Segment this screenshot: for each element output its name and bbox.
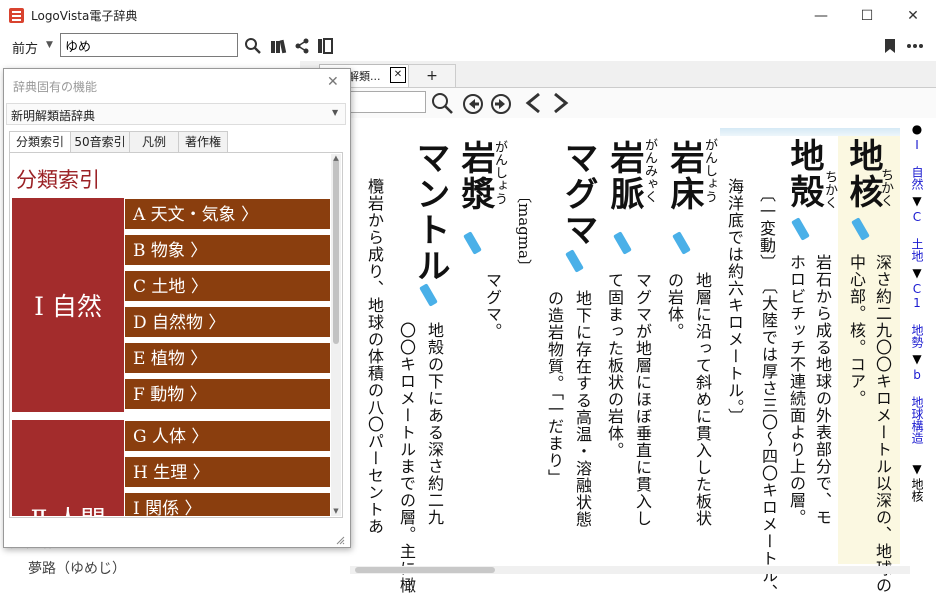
entry-reading: がんみゃく [642,138,657,203]
more-options-icon[interactable] [905,36,925,56]
direction-dropdown[interactable]: 前方 [12,38,38,57]
entry-headword[interactable]: マグマ [558,140,598,248]
app-icon [9,8,24,23]
previous-match-icon[interactable] [462,93,484,119]
entry-text: 海洋底では約六キロメートル。〕 [725,178,744,425]
tab-classified-index[interactable]: 分類索引 [9,131,71,152]
entry-headword[interactable]: マントル [410,140,450,284]
entry-headword[interactable]: 岩漿 [455,140,495,212]
window-title: LogoVista電子辞典 [31,9,138,23]
category-item[interactable]: A 天文・気象 〉 [124,198,331,230]
breadcrumb-link-nature[interactable]: Ⅰ 自然 [910,138,924,190]
close-button[interactable]: ✕ [890,0,936,31]
breadcrumb-marker: ● [910,122,924,136]
category-nature[interactable]: Ⅰ 自然 [12,198,124,412]
dictionary-select[interactable]: 新明解類語辞典 [6,103,346,125]
maximize-button[interactable]: ☐ [844,0,890,31]
entry-text: て固まった板状の岩体。 [605,272,624,459]
entry-text: 欖岩から成り、地球の体積の八〇パーセントあ [365,178,384,535]
category-human[interactable]: Ⅱ 人間 [12,500,124,516]
scrollbar-thumb[interactable] [355,567,495,573]
search-icon[interactable] [243,36,263,56]
breadcrumb-separator: ▼ [910,352,924,366]
resize-grip-icon[interactable] [335,530,345,545]
entry-text: 中心部。核。コア。 [847,254,866,407]
minimize-button[interactable]: — [798,0,844,31]
entry-text: マグマが地層にほぼ垂直に貫入し [633,272,652,527]
breadcrumb-link-land[interactable]: C 土地 [910,210,924,262]
entry-text: ホロビチッチ不連続面より上の層。 [787,254,806,526]
entry-text: 〔大陸では厚さ三〇～四〇キロメートル、 [759,278,778,601]
category-item[interactable]: G 人体 〉 [124,420,331,452]
category-item[interactable]: E 植物 〉 [124,342,331,374]
entry-text: 地殻の下にある深さ約二九 [425,322,444,526]
category-item-wrap[interactable]: I 関係 〉 [124,492,331,516]
tab-copyright[interactable]: 著作権 [178,131,228,152]
panel-title: 辞典固有の機能 [13,80,98,94]
breadcrumb-link-terrain[interactable]: C1 地勢 [910,282,924,348]
chevron-down-icon[interactable]: ▼ [332,108,338,117]
entry-headword[interactable]: 岩脈 [604,140,644,212]
breadcrumb-link-earth-structure[interactable]: b 地球構造 [910,368,924,444]
library-icon[interactable] [269,36,289,56]
chevron-down-icon[interactable]: ▼ [46,40,53,50]
tab-kana-index[interactable]: 50音索引 [70,131,130,152]
breadcrumb-separator: ▼ [910,194,924,208]
breadcrumb-separator: ▼ [910,462,924,476]
entry-text: マグマ。 [483,272,502,340]
category-item[interactable]: H 生理 〉 [124,456,331,488]
breadcrumb-current: 地核 [910,478,924,502]
entry-reading: がんしょう [702,138,717,203]
scroll-up-icon[interactable]: ▲ [331,154,341,162]
category-item[interactable]: I 関係 〉 [124,492,331,516]
forward-arrow-icon[interactable] [552,92,570,118]
title-bar [0,0,936,31]
category-human-wrap[interactable]: Ⅱ 人間 [12,420,124,516]
panel-toggle-icon[interactable] [315,36,335,56]
entry-reading: ちかく [822,170,837,209]
next-match-icon[interactable] [490,93,512,119]
find-icon[interactable] [430,91,454,119]
share-icon[interactable] [292,36,312,56]
entry-text: 〔一変動〕 [757,186,776,271]
index-title: 分類索引 [16,168,100,192]
entry-headword[interactable]: 地核 [843,138,883,210]
search-input[interactable] [60,33,238,57]
breadcrumb-separator: ▼ [910,266,924,280]
entry-text: 深さ約二九〇〇キロメートル以深の、地球の [873,254,892,594]
panel-close-icon[interactable]: ✕ [327,74,339,90]
scroll-down-icon[interactable]: ▼ [331,507,341,515]
bookmark-icon[interactable] [880,36,900,56]
category-item[interactable]: C 土地 〉 [124,270,331,302]
category-item[interactable]: F 動物 〉 [124,378,331,410]
highlight-strip [720,128,900,136]
category-item[interactable]: B 物象 〉 [124,234,331,266]
entry-annotation: 〔magma〕 [515,188,533,268]
entry-text: の造岩物質。「一だまり」 [545,290,564,486]
tab-usage-notes[interactable]: 凡例 [129,131,179,152]
entry-text: の岩体。 [665,272,684,340]
entry-headword[interactable]: 地殻 [784,138,824,210]
scrollbar-thumb[interactable] [333,158,339,344]
entry-text: 岩石から成る地球の外表部分で、モ [813,254,832,526]
entry-headword[interactable]: 岩床 [664,140,704,212]
tab-close-icon[interactable]: ✕ [390,67,406,83]
back-arrow-icon[interactable] [524,92,542,118]
entry-text: 地下に存在する高温・溶融状態 [573,290,592,528]
add-tab-button[interactable]: + [408,64,456,87]
entry-text: 地層に沿って斜めに貫入した板状 [693,272,712,527]
list-item[interactable]: 夢路（ゆめじ） [28,558,126,578]
entry-text: 〇〇キロメートルまでの層。主に橄 [397,322,416,594]
in-page-search-input[interactable] [346,91,426,113]
category-item[interactable]: D 自然物 〉 [124,306,331,338]
entry-annotation-wrap: 〔magma〕 [514,188,536,268]
